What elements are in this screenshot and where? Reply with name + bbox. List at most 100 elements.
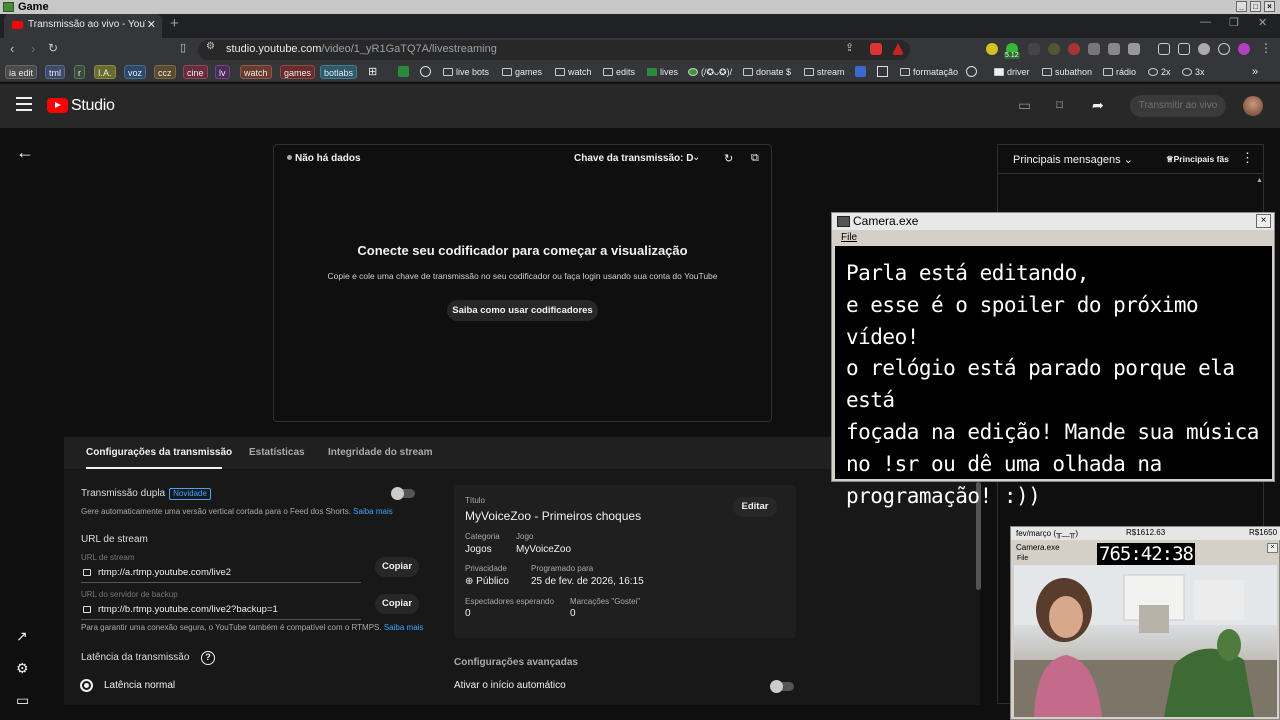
bookmark-icon[interactable]: ▯ — [180, 41, 186, 54]
file-menu[interactable]: File — [1017, 555, 1028, 562]
layout-icon[interactable]: ▭ — [1018, 97, 1031, 114]
bookmark-tag[interactable]: tml — [45, 65, 65, 79]
backup-url-field[interactable]: rtmp://b.rtmp.youtube.com/live2?backup=1 — [83, 604, 278, 615]
top-fans-button[interactable]: ♕Principais fãs — [1166, 154, 1229, 165]
studio-logo-text[interactable]: Studio — [71, 97, 115, 115]
bookmark-tag[interactable]: ccz — [154, 65, 176, 79]
bookmark-globe-icon[interactable] — [420, 66, 431, 77]
extension-camera-icon[interactable] — [1028, 43, 1040, 55]
dual-stream-toggle[interactable] — [391, 487, 415, 500]
copy-backup-button[interactable]: Copiar — [375, 594, 419, 614]
minimize-icon[interactable]: _ — [1236, 1, 1247, 12]
bookmark-green-icon[interactable] — [398, 66, 409, 77]
bookmark-item[interactable]: 2x — [1148, 66, 1171, 78]
extension-download-icon[interactable] — [1108, 43, 1120, 55]
bookmark-item[interactable]: lives — [647, 66, 678, 78]
window-minimize-icon[interactable]: — — [1200, 16, 1211, 28]
hamburger-menu-icon[interactable] — [16, 97, 32, 111]
extension-media-icon[interactable] — [1128, 43, 1140, 55]
bookmark-tag[interactable]: games — [280, 65, 316, 79]
learn-more-link[interactable]: Saiba mais — [384, 623, 424, 632]
youtube-logo-icon[interactable] — [47, 98, 68, 113]
bookmark-folder[interactable]: donate $ — [743, 66, 791, 78]
copy-url-button[interactable]: Copiar — [375, 557, 419, 577]
learn-more-link[interactable]: Saiba mais — [353, 507, 393, 516]
bookmark-blue-icon[interactable] — [855, 66, 866, 77]
sidebar-icon[interactable] — [1158, 43, 1170, 55]
help-icon[interactable]: ? — [201, 651, 215, 665]
bookmark-tag[interactable]: botlabs — [320, 65, 358, 79]
maximize-icon[interactable]: □ — [1250, 1, 1261, 12]
bookmark-tag[interactable]: lv — [215, 65, 230, 79]
bookmark-tag[interactable]: voz — [124, 65, 147, 79]
extension-red-icon[interactable] — [1068, 43, 1080, 55]
bookmark-box-icon[interactable] — [877, 66, 888, 77]
edit-button[interactable]: Editar — [733, 497, 777, 517]
reload-icon[interactable]: ↻ — [48, 41, 58, 55]
share-arrow-icon[interactable]: ➦ — [1092, 97, 1104, 114]
window-restore-icon[interactable]: ❐ — [1229, 16, 1239, 29]
tab-close-icon[interactable]: ✕ — [147, 18, 156, 31]
extension-dot-icon[interactable] — [1048, 43, 1060, 55]
extensions-puzzle-icon[interactable] — [1198, 43, 1210, 55]
latency-radio[interactable] — [80, 679, 93, 692]
bookmark-folder[interactable]: formatação — [900, 66, 958, 78]
bookmark-item[interactable]: driver — [994, 66, 1030, 78]
browser-menu-icon[interactable]: ⋮ — [1260, 41, 1272, 55]
autostart-toggle[interactable] — [770, 680, 794, 693]
encoder-help-button[interactable]: Saiba como usar codificadores — [447, 300, 598, 321]
feedback-icon[interactable]: ▭ — [16, 692, 29, 709]
forward-icon[interactable]: › — [31, 41, 35, 56]
bookmark-tag[interactable]: watch — [240, 65, 272, 79]
bookmark-folder[interactable]: subathon — [1042, 66, 1092, 78]
bookmark-tag[interactable]: ia edit — [5, 65, 38, 79]
bookmark-folder[interactable]: rádio — [1103, 66, 1136, 78]
bookmark-globe-icon[interactable] — [966, 66, 977, 77]
tab-stream-settings[interactable]: Configurações da transmissão — [86, 447, 232, 458]
browser-tab-active[interactable]: Transmissão ao vivo - YouTube S ✕ — [4, 14, 162, 38]
bookmark-item[interactable]: (/✪ᴗ✪)/ — [688, 66, 732, 78]
tab-stream-health[interactable]: Integridade do stream — [328, 447, 432, 458]
url-text[interactable]: studio.youtube.com/video/1_yR1GaTQ7A/liv… — [226, 43, 497, 55]
bookmark-item[interactable]: 3x — [1182, 66, 1205, 78]
tab-statistics[interactable]: Estatísticas — [249, 447, 305, 458]
close-icon[interactable]: × — [1267, 543, 1278, 553]
bookmark-folder[interactable]: games — [502, 66, 542, 78]
go-live-button[interactable]: Transmitir ao vivo — [1130, 95, 1226, 117]
profile-icon[interactable] — [1238, 43, 1250, 55]
extension-shield-icon[interactable] — [870, 43, 882, 55]
bookmark-outline-icon[interactable]: ⌑ — [1056, 97, 1063, 114]
copy-icon[interactable]: ⧉ — [751, 152, 759, 165]
stream-url-field[interactable]: rtmp://a.rtmp.youtube.com/live2 — [83, 567, 231, 578]
apps-grid-icon[interactable]: ⊞ — [368, 66, 377, 78]
chat-mode-dropdown[interactable]: Principais mensagens ⌄ — [1013, 153, 1133, 166]
settings-gear-icon[interactable]: ⚙ — [16, 660, 29, 677]
extension-grid-icon[interactable] — [1088, 43, 1100, 55]
bookmark-folder[interactable]: watch — [555, 66, 592, 78]
avatar[interactable] — [1243, 96, 1263, 116]
bookmark-tag[interactable]: cine — [183, 65, 208, 79]
external-link-icon[interactable]: ↗ — [16, 628, 28, 645]
refresh-icon[interactable]: ↻ — [724, 152, 733, 165]
bookmark-folder[interactable]: stream — [804, 66, 845, 78]
back-arrow-icon[interactable]: ← — [16, 142, 34, 163]
new-tab-icon[interactable]: + — [170, 15, 179, 32]
close-icon[interactable]: × — [1256, 214, 1271, 228]
extension-yellow-icon[interactable] — [986, 43, 998, 55]
window-close-icon[interactable]: ✕ — [1258, 16, 1267, 29]
reading-list-icon[interactable] — [1178, 43, 1190, 55]
bookmark-folder[interactable]: live bots — [443, 66, 489, 78]
more-bookmarks-icon[interactable]: » — [1252, 66, 1258, 78]
site-settings-icon[interactable]: ⚙ — [206, 41, 215, 52]
chevron-down-icon[interactable]: ⌄ — [692, 152, 700, 163]
stream-key-dropdown[interactable]: Chave da transmissão: Defa — [574, 153, 694, 164]
share-icon[interactable]: ⇪ — [845, 41, 854, 54]
scroll-up-icon[interactable]: ▲ — [1256, 177, 1263, 184]
bookmark-folder[interactable]: edits — [603, 66, 635, 78]
file-menu[interactable]: File — [841, 232, 857, 243]
bookmark-tag[interactable]: r — [74, 65, 85, 79]
more-options-icon[interactable]: ⋮ — [1241, 150, 1254, 166]
back-icon[interactable]: ‹ — [10, 41, 14, 56]
shield-icon[interactable] — [1218, 43, 1230, 55]
close-icon[interactable]: × — [1264, 1, 1275, 12]
